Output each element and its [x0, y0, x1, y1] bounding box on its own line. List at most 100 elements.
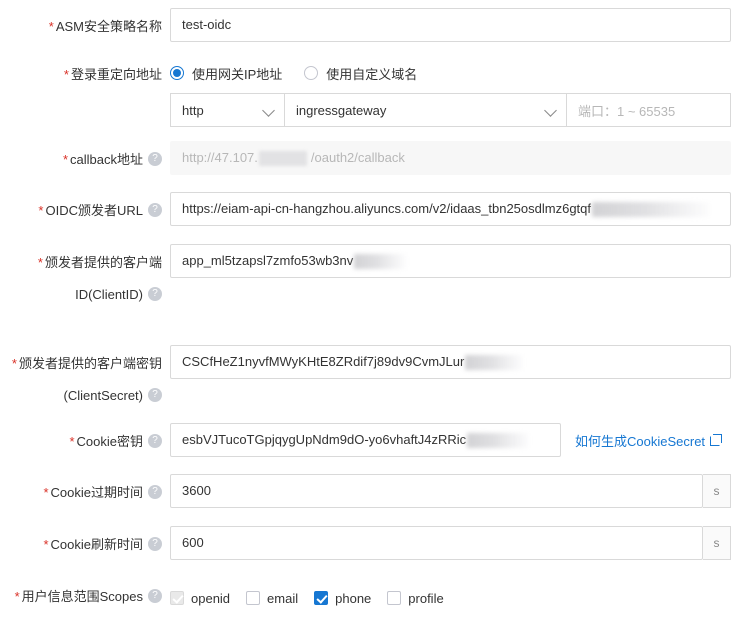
form-row-cookie-expire: * Cookie过期时间? 3600 s	[0, 474, 750, 508]
label-text: Cookie刷新时间	[50, 537, 143, 553]
control-oidc-issuer-url: https://eiam-api-cn-hangzhou.aliyuncs.co…	[170, 192, 750, 226]
radio-use-custom-domain[interactable]: 使用自定义域名	[304, 64, 417, 83]
required-marker: *	[11, 356, 17, 372]
label-text: Cookie过期时间	[50, 485, 143, 501]
label-policy-name: * ASM安全策略名称	[0, 8, 170, 36]
control-cookie-expire: 3600 s	[170, 474, 750, 508]
radio-use-gateway-ip[interactable]: 使用网关IP地址	[170, 64, 282, 83]
client-id-input[interactable]: app_ml5tzapsl7zmfo53wb3nv	[170, 244, 731, 278]
label-line2-wrap: ID(ClientID)?	[0, 284, 162, 304]
gateway-select-value: ingressgateway	[296, 102, 387, 118]
checkbox-label: email	[267, 590, 299, 606]
callback-address-input: http://47.107. /oauth2/callback	[170, 141, 731, 175]
required-marker: *	[69, 434, 75, 450]
radio-dot-icon	[170, 66, 184, 80]
label-login-redirect: * 登录重定向地址	[0, 62, 170, 84]
required-marker: *	[38, 203, 44, 219]
label-text: Cookie密钥	[76, 434, 143, 450]
port-input-placeholder: 端口：1 ~ 65535	[578, 103, 676, 119]
checkbox-icon	[387, 591, 402, 605]
oidc-issuer-url-value: https://eiam-api-cn-hangzhou.aliyuncs.co…	[182, 201, 592, 216]
checkbox-scope-profile[interactable]: profile	[387, 590, 444, 606]
help-icon[interactable]: ?	[148, 433, 162, 448]
label-text: OIDC颁发者URL	[45, 203, 143, 219]
checkbox-scope-email[interactable]: email	[246, 591, 298, 606]
help-icon[interactable]: ?	[148, 588, 162, 603]
label-text-line1: 颁发者提供的客户端	[44, 255, 162, 271]
client-id-value: app_ml5tzapsl7zmfo53wb3nv	[182, 253, 354, 268]
checkbox-label: openid	[191, 590, 231, 606]
redirect-endpoint-group: http ingressgateway 端口：1 ~ 65535	[170, 93, 750, 127]
control-cookie-refresh: 600 s	[170, 526, 750, 560]
cookie-expire-input[interactable]: 3600	[170, 474, 703, 508]
label-cookie-secret: * Cookie密钥?	[0, 423, 170, 451]
required-marker: *	[43, 485, 49, 501]
help-icon[interactable]: ?	[148, 202, 162, 217]
cookie-refresh-unit: s	[703, 526, 731, 560]
label-callback-address: * callback地址?	[0, 141, 170, 169]
label-client-id: * 颁发者提供的客户端 ID(ClientID)?	[0, 244, 170, 304]
help-icon[interactable]: ?	[148, 387, 162, 402]
label-text-line2: ID(ClientID)	[75, 287, 143, 303]
help-icon[interactable]: ?	[148, 151, 162, 166]
radio-label: 使用自定义域名	[326, 66, 418, 82]
oidc-policy-form: * ASM安全策略名称 test-oidc * 登录重定向地址 使用网关IP地址 使…	[0, 0, 750, 617]
callback-address-prefix: http://47.107.	[182, 150, 258, 165]
gateway-select[interactable]: ingressgateway	[285, 93, 567, 127]
form-row-policy-name: * ASM安全策略名称 test-oidc	[0, 8, 750, 42]
cookie-secret-input[interactable]: esbVJTucoTGpjqygUpNdm9dO-yo6vhaftJ4zRRic	[170, 423, 561, 457]
label-client-secret: * 颁发者提供的客户端密钥 (ClientSecret)?	[0, 345, 170, 405]
scopes-checkbox-group: openid email phone profile	[170, 585, 750, 609]
help-icon[interactable]: ?	[148, 536, 162, 551]
form-row-client-id: * 颁发者提供的客户端 ID(ClientID)? app_ml5tzapsl7z…	[0, 244, 750, 304]
cookie-refresh-input[interactable]: 600	[170, 526, 703, 560]
chevron-down-icon	[263, 104, 275, 116]
redacted-region	[465, 354, 524, 370]
control-client-secret: CSCfHeZ1nyvfMWyKHtE8ZRdif7j89dv9CvmJLur	[170, 345, 750, 379]
control-login-redirect: 使用网关IP地址 使用自定义域名 http ingressgateway 端口：…	[170, 62, 750, 127]
client-secret-input[interactable]: CSCfHeZ1nyvfMWyKHtE8ZRdif7j89dv9CvmJLur	[170, 345, 731, 379]
policy-name-input[interactable]: test-oidc	[170, 8, 731, 42]
required-marker: *	[48, 19, 54, 35]
form-row-callback-address: * callback地址? http://47.107. /oauth2/callb…	[0, 141, 750, 175]
label-oidc-issuer-url: * OIDC颁发者URL?	[0, 192, 170, 220]
label-scopes: * 用户信息范围Scopes?	[0, 585, 170, 606]
radio-label: 使用网关IP地址	[192, 66, 283, 82]
oidc-issuer-url-input[interactable]: https://eiam-api-cn-hangzhou.aliyuncs.co…	[170, 192, 731, 226]
cookie-secret-value: esbVJTucoTGpjqygUpNdm9dO-yo6vhaftJ4zRRic	[182, 432, 467, 447]
checkbox-icon	[246, 591, 261, 605]
label-line2-wrap: (ClientSecret)?	[0, 385, 162, 405]
required-marker: *	[14, 589, 20, 605]
label-text: callback地址	[70, 152, 143, 168]
form-row-cookie-refresh: * Cookie刷新时间? 600 s	[0, 526, 750, 560]
label-cookie-expire: * Cookie过期时间?	[0, 474, 170, 502]
radio-dot-icon	[304, 66, 319, 80]
form-row-oidc-issuer-url: * OIDC颁发者URL? https://eiam-api-cn-hangzho…	[0, 192, 750, 226]
required-marker: *	[37, 255, 43, 271]
form-row-client-secret: * 颁发者提供的客户端密钥 (ClientSecret)? CSCfHeZ1nyv…	[0, 345, 750, 405]
control-callback-address: http://47.107. /oauth2/callback	[170, 141, 750, 175]
how-to-generate-cookie-secret-link[interactable]: 如何生成CookieSecret	[575, 431, 723, 450]
help-icon[interactable]: ?	[148, 286, 162, 301]
cookie-expire-unit: s	[703, 474, 731, 508]
port-input[interactable]: 端口：1 ~ 65535	[567, 93, 731, 127]
form-row-cookie-secret: * Cookie密钥? esbVJTucoTGpjqygUpNdm9dO-yo6v…	[0, 423, 750, 457]
label-cookie-refresh: * Cookie刷新时间?	[0, 526, 170, 554]
client-secret-value: CSCfHeZ1nyvfMWyKHtE8ZRdif7j89dv9CvmJLur	[182, 354, 465, 369]
label-text-line1: 颁发者提供的客户端密钥	[18, 356, 162, 372]
checkbox-icon	[314, 591, 329, 605]
external-link-icon	[710, 434, 723, 446]
checkbox-scope-phone[interactable]: phone	[314, 591, 371, 606]
protocol-select[interactable]: http	[170, 93, 285, 127]
redacted-region	[467, 432, 530, 448]
checkbox-scope-openid: openid	[170, 591, 230, 606]
redacted-region	[258, 150, 307, 166]
help-icon[interactable]: ?	[148, 484, 162, 499]
control-policy-name: test-oidc	[170, 8, 750, 42]
form-row-login-redirect: * 登录重定向地址 使用网关IP地址 使用自定义域名 http ingressg…	[0, 62, 750, 127]
control-scopes: openid email phone profile	[170, 585, 750, 609]
checkbox-label: profile	[408, 590, 444, 606]
label-text: 登录重定向地址	[70, 67, 162, 83]
required-marker: *	[43, 537, 49, 553]
protocol-select-value: http	[182, 102, 204, 118]
